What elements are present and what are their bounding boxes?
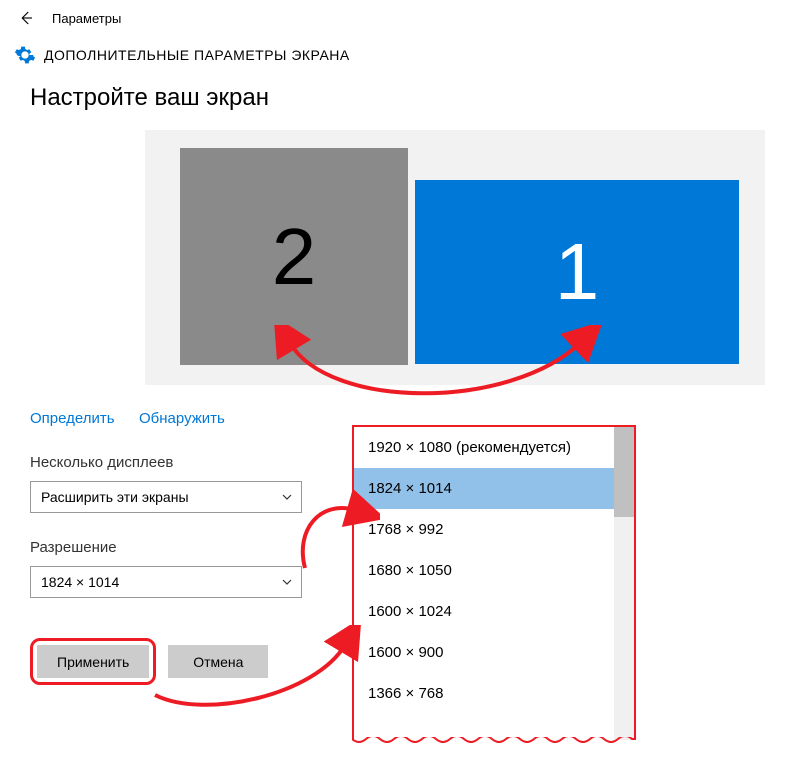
- apply-button[interactable]: Применить: [37, 645, 149, 678]
- dropdown-item[interactable]: 1680 × 1050: [354, 550, 634, 591]
- apply-highlight: Применить: [30, 638, 156, 685]
- chevron-down-icon: [281, 491, 293, 503]
- chevron-down-icon: [281, 576, 293, 588]
- page-header: ДОПОЛНИТЕЛЬНЫЕ ПАРАМЕТРЫ ЭКРАНА: [0, 36, 793, 84]
- multi-display-value: Расширить эти экраны: [41, 489, 189, 505]
- resolution-combo[interactable]: 1824 × 1014: [30, 566, 302, 598]
- display-1[interactable]: 1: [415, 180, 739, 364]
- titlebar: Параметры: [0, 0, 793, 36]
- gear-icon: [14, 44, 36, 66]
- resolution-value: 1824 × 1014: [41, 574, 119, 590]
- torn-edge: [352, 737, 636, 747]
- dropdown-item[interactable]: 1920 × 1080 (рекомендуется): [354, 427, 634, 468]
- window-title: Параметры: [52, 11, 121, 26]
- dropdown-item[interactable]: 1600 × 1024: [354, 591, 634, 632]
- identify-link[interactable]: Определить: [30, 410, 115, 427]
- dropdown-item[interactable]: 1366 × 768: [354, 673, 634, 714]
- dropdown-item[interactable]: 1768 × 992: [354, 509, 634, 550]
- resolution-dropdown: 1920 × 1080 (рекомендуется)1824 × 101417…: [352, 425, 636, 740]
- detect-link[interactable]: Обнаружить: [139, 410, 225, 427]
- back-button[interactable]: [14, 6, 38, 30]
- arrow-left-icon: [17, 9, 35, 27]
- section-heading: Настройте ваш экран: [30, 84, 763, 112]
- dropdown-item[interactable]: 1824 × 1014: [354, 468, 634, 509]
- page-title: ДОПОЛНИТЕЛЬНЫЕ ПАРАМЕТРЫ ЭКРАНА: [44, 47, 350, 63]
- multi-display-combo[interactable]: Расширить эти экраны: [30, 481, 302, 513]
- dropdown-item[interactable]: 1600 × 900: [354, 632, 634, 673]
- dropdown-scrollbar[interactable]: [614, 427, 634, 740]
- display-preview: 2 1: [145, 130, 765, 385]
- display-2[interactable]: 2: [180, 148, 408, 365]
- scroll-thumb[interactable]: [614, 427, 634, 517]
- cancel-button[interactable]: Отмена: [168, 645, 268, 678]
